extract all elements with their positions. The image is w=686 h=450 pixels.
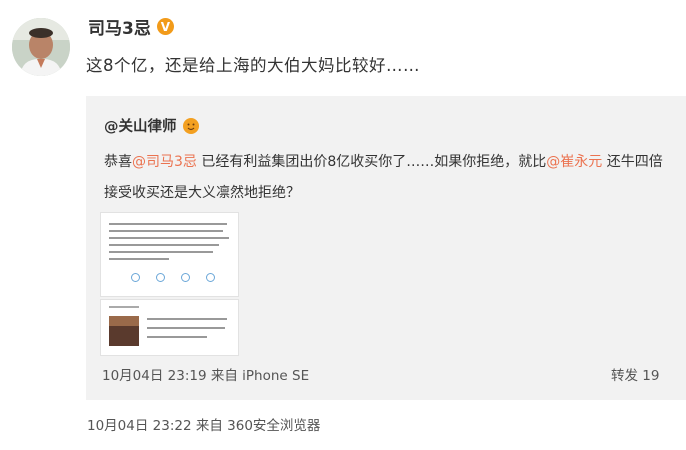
image-thumbnail[interactable] bbox=[100, 212, 239, 297]
repost-text-line2: 接受收买还是大义凛然地拒绝？ bbox=[104, 185, 300, 201]
verified-badge-icon: V bbox=[156, 18, 174, 35]
share-icon bbox=[131, 273, 140, 282]
repost-text-prefix: 恭喜 bbox=[104, 154, 132, 170]
emoji-icon bbox=[182, 117, 199, 134]
image-thumbnail[interactable] bbox=[100, 299, 239, 356]
repost-share-count[interactable]: 转发 19 bbox=[611, 364, 659, 384]
mention-link[interactable]: @司马3忌 bbox=[132, 154, 197, 170]
repost-author-name[interactable]: @关山律师 bbox=[104, 115, 177, 136]
repost-text-mid: 已经有利益集团出价8亿收买你了……如果你拒绝，就比 bbox=[196, 154, 547, 170]
repost-text-suffix: 还牛四倍 bbox=[602, 154, 663, 170]
author-name[interactable]: 司马3忌 bbox=[88, 14, 151, 39]
comment-icon bbox=[156, 273, 165, 282]
more-icon bbox=[206, 273, 215, 282]
avatar-image bbox=[12, 18, 70, 76]
post-timestamp[interactable]: 10月04日 23:22 来自 360安全浏览器 bbox=[87, 414, 320, 434]
mention-link[interactable]: @崔永元 bbox=[546, 154, 602, 170]
avatar[interactable] bbox=[12, 18, 70, 76]
repost-timestamp[interactable]: 10月04日 23:19 来自 iPhone SE bbox=[102, 364, 309, 384]
repost-card: @关山律师 恭喜@司马3忌 已经有利益集团出价8亿收买你了……如果你拒绝，就比@… bbox=[86, 96, 686, 400]
like-icon bbox=[181, 273, 190, 282]
post-text: 这8个亿，还是给上海的大伯大妈比较好…… bbox=[86, 56, 420, 75]
post-author[interactable]: 司马3忌 V bbox=[88, 14, 174, 39]
repost-text-line1: 恭喜@司马3忌 已经有利益集团出价8亿收买你了……如果你拒绝，就比@崔永元 还牛… bbox=[104, 151, 663, 171]
repost-author[interactable]: @关山律师 bbox=[104, 115, 199, 136]
